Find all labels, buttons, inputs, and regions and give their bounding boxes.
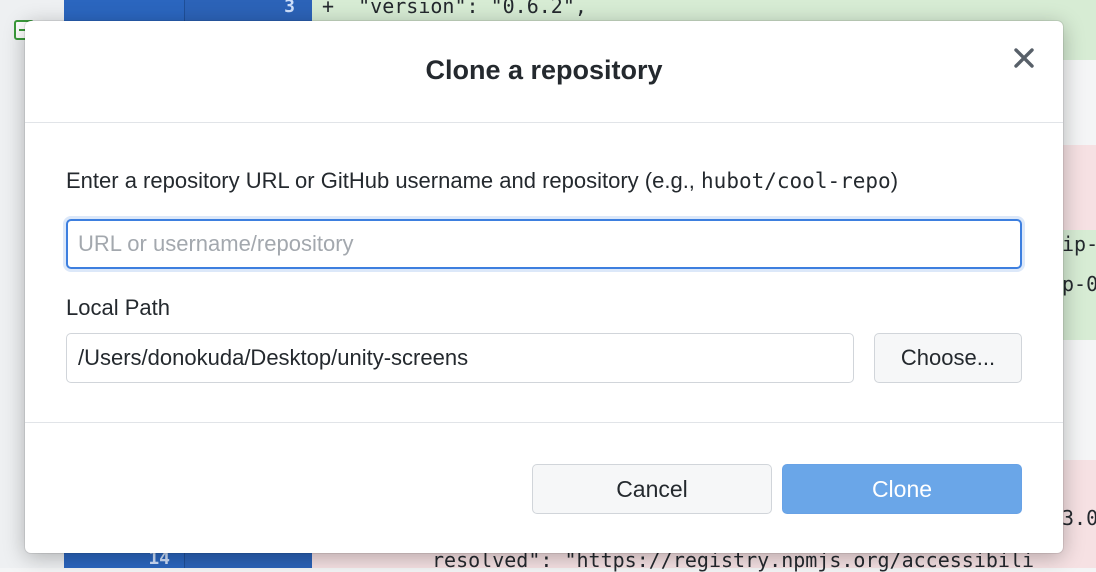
repository-url-input[interactable]	[66, 219, 1022, 269]
code-line: ip-	[1062, 232, 1096, 256]
code-line: 3.0	[1062, 506, 1096, 530]
dialog-title: Clone a repository	[425, 55, 663, 85]
close-button[interactable]	[1011, 45, 1037, 71]
clone-button[interactable]: Clone	[782, 464, 1022, 514]
cancel-button[interactable]: Cancel	[532, 464, 772, 514]
local-path-input[interactable]	[66, 333, 854, 383]
line-number: 3	[284, 0, 295, 17]
close-icon	[1011, 45, 1037, 71]
dialog-body: Enter a repository URL or GitHub usernam…	[25, 122, 1063, 423]
prompt-text: Enter a repository URL or GitHub usernam…	[66, 168, 702, 193]
code-line: + "version": "0.6.2",	[322, 0, 587, 18]
dialog-footer: Cancel Clone	[25, 423, 1063, 553]
code-line: p-0	[1062, 272, 1096, 296]
clone-repository-dialog: Clone a repository Enter a repository UR…	[25, 21, 1063, 553]
local-path-label: Local Path	[66, 295, 170, 320]
dialog-header: Clone a repository	[25, 21, 1063, 123]
repository-prompt: Enter a repository URL or GitHub usernam…	[66, 168, 898, 194]
choose-path-button[interactable]: Choose...	[874, 333, 1022, 383]
prompt-suffix: )	[890, 168, 899, 193]
prompt-example: hubot/cool-repo	[701, 169, 891, 193]
